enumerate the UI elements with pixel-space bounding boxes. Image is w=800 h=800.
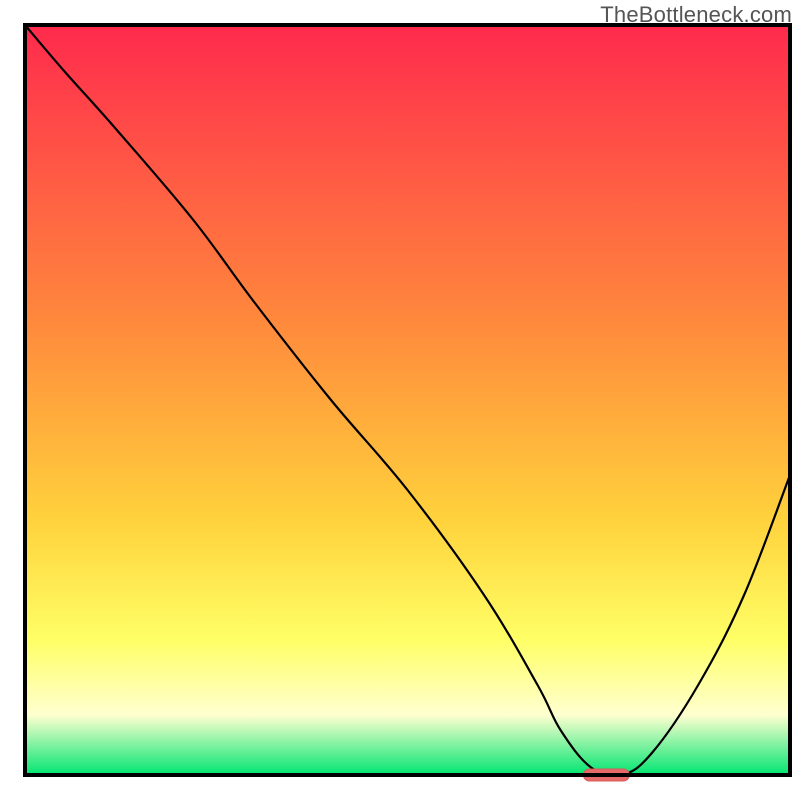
plot-background	[25, 25, 790, 775]
chart-container: TheBottleneck.com	[0, 0, 800, 800]
bottleneck-chart	[0, 0, 800, 800]
